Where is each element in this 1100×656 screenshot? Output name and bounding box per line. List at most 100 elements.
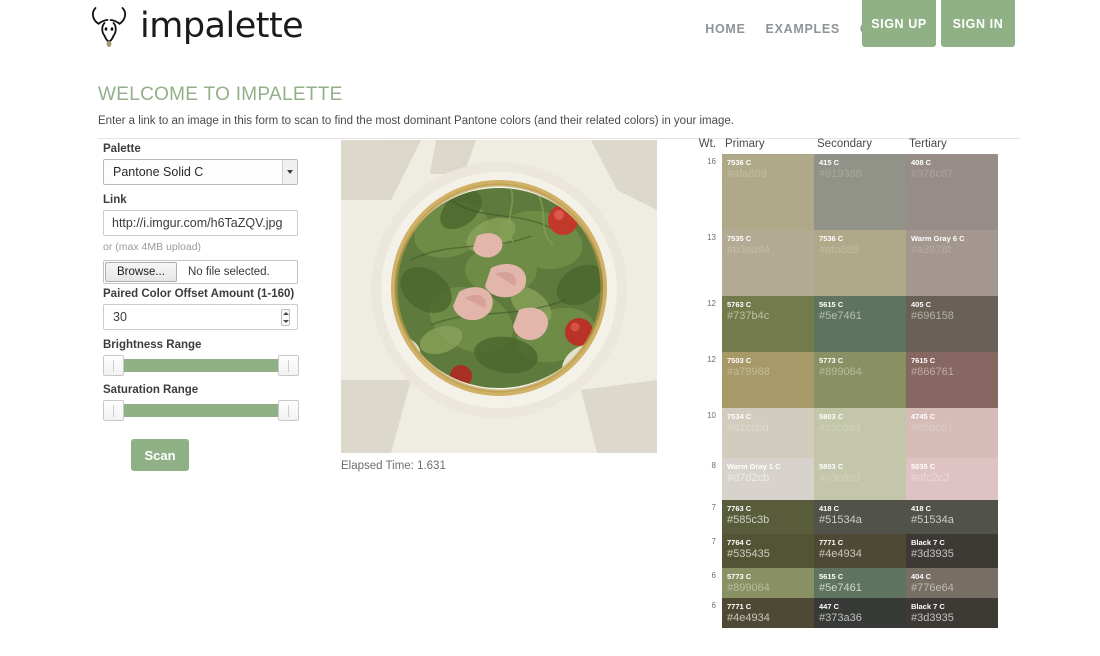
palette-row: 77764 C#5354357771 C#4e4934Black 7 C#3d3… [684, 534, 1002, 568]
color-swatch-secondary[interactable]: 7536 C#afa889 [814, 230, 906, 296]
swatch-hex-value: #4e4934 [727, 612, 814, 625]
swatch-hex-value: #51534a [819, 514, 906, 527]
palette-row-weight: 7 [684, 500, 722, 534]
palette-row: 127503 C#a799685773 C#8990647615 C#86676… [684, 352, 1002, 408]
swatch-pantone-code: 5035 C [911, 462, 998, 472]
palette-row: 8Warm Gray 1 C#d7d2cb5803 C#c3c6a95035 C… [684, 458, 1002, 500]
color-swatch-tertiary[interactable]: 418 C#51534a [906, 500, 998, 534]
file-status-label: No file selected. [178, 261, 270, 283]
color-swatch-primary[interactable]: 7763 C#585c3b [722, 500, 814, 534]
swatch-pantone-code: 5773 C [727, 572, 814, 582]
file-upload-row[interactable]: Browse... No file selected. [103, 260, 298, 284]
color-swatch-tertiary[interactable]: 4745 C#d5bcb7 [906, 408, 998, 458]
link-input[interactable] [103, 210, 298, 236]
browse-button[interactable]: Browse... [105, 262, 177, 282]
swatch-hex-value: #b3aa94 [727, 244, 814, 257]
palette-row-weight: 7 [684, 534, 722, 568]
sign-in-button[interactable]: SIGN IN [941, 0, 1015, 47]
color-swatch-tertiary[interactable]: 5035 C#dfc2c3 [906, 458, 998, 500]
swatch-hex-value: #3d3935 [911, 612, 998, 625]
brightness-label: Brightness Range [103, 339, 298, 351]
palette-row: 67771 C#4e4934447 C#373a36Black 7 C#3d39… [684, 598, 1002, 628]
color-swatch-primary[interactable]: 7503 C#a79968 [722, 352, 814, 408]
palette-row: 125763 C#737b4c5615 C#5e7461405 C#696158 [684, 296, 1002, 352]
swatch-hex-value: #d1ccbd [727, 422, 814, 435]
color-swatch-tertiary[interactable]: 7615 C#866761 [906, 352, 998, 408]
swatch-pantone-code: Black 7 C [911, 602, 998, 612]
nav-examples[interactable]: EXAMPLES [766, 22, 840, 36]
swatch-pantone-code: 415 C [819, 158, 906, 168]
color-swatch-primary[interactable]: 5773 C#899064 [722, 568, 814, 598]
saturation-fill [117, 404, 284, 417]
color-swatch-primary[interactable]: 7535 C#b3aa94 [722, 230, 814, 296]
palette-row-weight: 6 [684, 568, 722, 598]
color-swatch-secondary[interactable]: 447 C#373a36 [814, 598, 906, 628]
color-swatch-secondary[interactable]: 5803 C#c3c6a9 [814, 408, 906, 458]
color-swatch-primary[interactable]: Warm Gray 1 C#d7d2cb [722, 458, 814, 500]
palette-row-weight: 13 [684, 230, 722, 296]
color-swatch-tertiary[interactable]: Black 7 C#3d3935 [906, 534, 998, 568]
scan-button[interactable]: Scan [131, 439, 189, 471]
swatch-hex-value: #a79968 [727, 366, 814, 379]
palette-header-row: Wt. Primary Secondary Tertiary [684, 138, 1002, 154]
swatch-hex-value: #d7d2cb [727, 472, 814, 485]
color-swatch-secondary[interactable]: 418 C#51534a [814, 500, 906, 534]
brightness-handle-min[interactable] [103, 355, 124, 376]
palette-row-weight: 10 [684, 408, 722, 458]
color-swatch-secondary[interactable]: 7771 C#4e4934 [814, 534, 906, 568]
color-swatch-tertiary[interactable]: 408 C#978c87 [906, 154, 998, 230]
palette-row: 107534 C#d1ccbd5803 C#c3c6a94745 C#d5bcb… [684, 408, 1002, 458]
saturation-range-slider[interactable] [103, 400, 299, 420]
auth-buttons: SIGN UP SIGN IN [862, 0, 1015, 47]
color-swatch-primary[interactable]: 5763 C#737b4c [722, 296, 814, 352]
color-swatch-secondary[interactable]: 5803 C#c3c6a9 [814, 458, 906, 500]
swatch-pantone-code: Warm Gray 1 C [727, 462, 814, 472]
offset-value: 30 [104, 310, 127, 324]
offset-stepper[interactable]: 30 [103, 304, 298, 330]
elapsed-time: Elapsed Time: 1.631 [341, 460, 657, 472]
color-swatch-primary[interactable]: 7771 C#4e4934 [722, 598, 814, 628]
logo[interactable]: impalette [88, 2, 303, 50]
color-swatch-secondary[interactable]: 5773 C#899064 [814, 352, 906, 408]
swatch-pantone-code: 418 C [819, 504, 906, 514]
palette-row-weight: 16 [684, 154, 722, 230]
palette-row: 137535 C#b3aa947536 C#afa889Warm Gray 6 … [684, 230, 1002, 296]
saturation-handle-min[interactable] [103, 400, 124, 421]
color-swatch-secondary[interactable]: 5615 C#5e7461 [814, 568, 906, 598]
swatch-hex-value: #5e7461 [819, 582, 906, 595]
color-swatch-tertiary[interactable]: Black 7 C#3d3935 [906, 598, 998, 628]
saturation-handle-max[interactable] [278, 400, 299, 421]
swatch-hex-value: #696158 [911, 310, 998, 323]
swatch-hex-value: #919388 [819, 168, 906, 181]
palette-rows: 167536 C#afa889415 C#919388408 C#978c871… [684, 154, 1002, 628]
palette-row-weight: 6 [684, 598, 722, 628]
brightness-range-slider[interactable] [103, 355, 299, 375]
palette-row-weight: 12 [684, 296, 722, 352]
color-swatch-primary[interactable]: 7534 C#d1ccbd [722, 408, 814, 458]
color-swatch-primary[interactable]: 7764 C#535435 [722, 534, 814, 568]
color-swatch-tertiary[interactable]: Warm Gray 6 C#a3978f [906, 230, 998, 296]
brightness-handle-max[interactable] [278, 355, 299, 376]
link-label: Link [103, 194, 298, 206]
sign-up-button[interactable]: SIGN UP [862, 0, 936, 47]
swatch-hex-value: #5e7461 [819, 310, 906, 323]
palette-select[interactable]: Pantone Solid C [103, 159, 298, 185]
header-primary: Primary [722, 138, 814, 154]
swatch-pantone-code: 404 C [911, 572, 998, 582]
color-swatch-secondary[interactable]: 415 C#919388 [814, 154, 906, 230]
swatch-hex-value: #978c87 [911, 168, 998, 181]
swatch-pantone-code: 7615 C [911, 356, 998, 366]
scan-form: Palette Pantone Solid C Link or (max 4MB… [103, 143, 298, 471]
color-swatch-secondary[interactable]: 5615 C#5e7461 [814, 296, 906, 352]
swatch-hex-value: #899064 [819, 366, 906, 379]
color-swatch-primary[interactable]: 7536 C#afa889 [722, 154, 814, 230]
color-swatch-tertiary[interactable]: 405 C#696158 [906, 296, 998, 352]
swatch-pantone-code: Warm Gray 6 C [911, 234, 998, 244]
chevron-down-icon[interactable] [282, 160, 297, 184]
color-swatch-tertiary[interactable]: 404 C#776e64 [906, 568, 998, 598]
swatch-hex-value: #c3c6a9 [819, 422, 906, 435]
stepper-arrows-icon[interactable] [281, 309, 290, 326]
page-title: WELCOME TO IMPALETTE [98, 84, 1020, 106]
page-description: Enter a link to an image in this form to… [98, 115, 1020, 139]
nav-home[interactable]: HOME [705, 22, 745, 36]
